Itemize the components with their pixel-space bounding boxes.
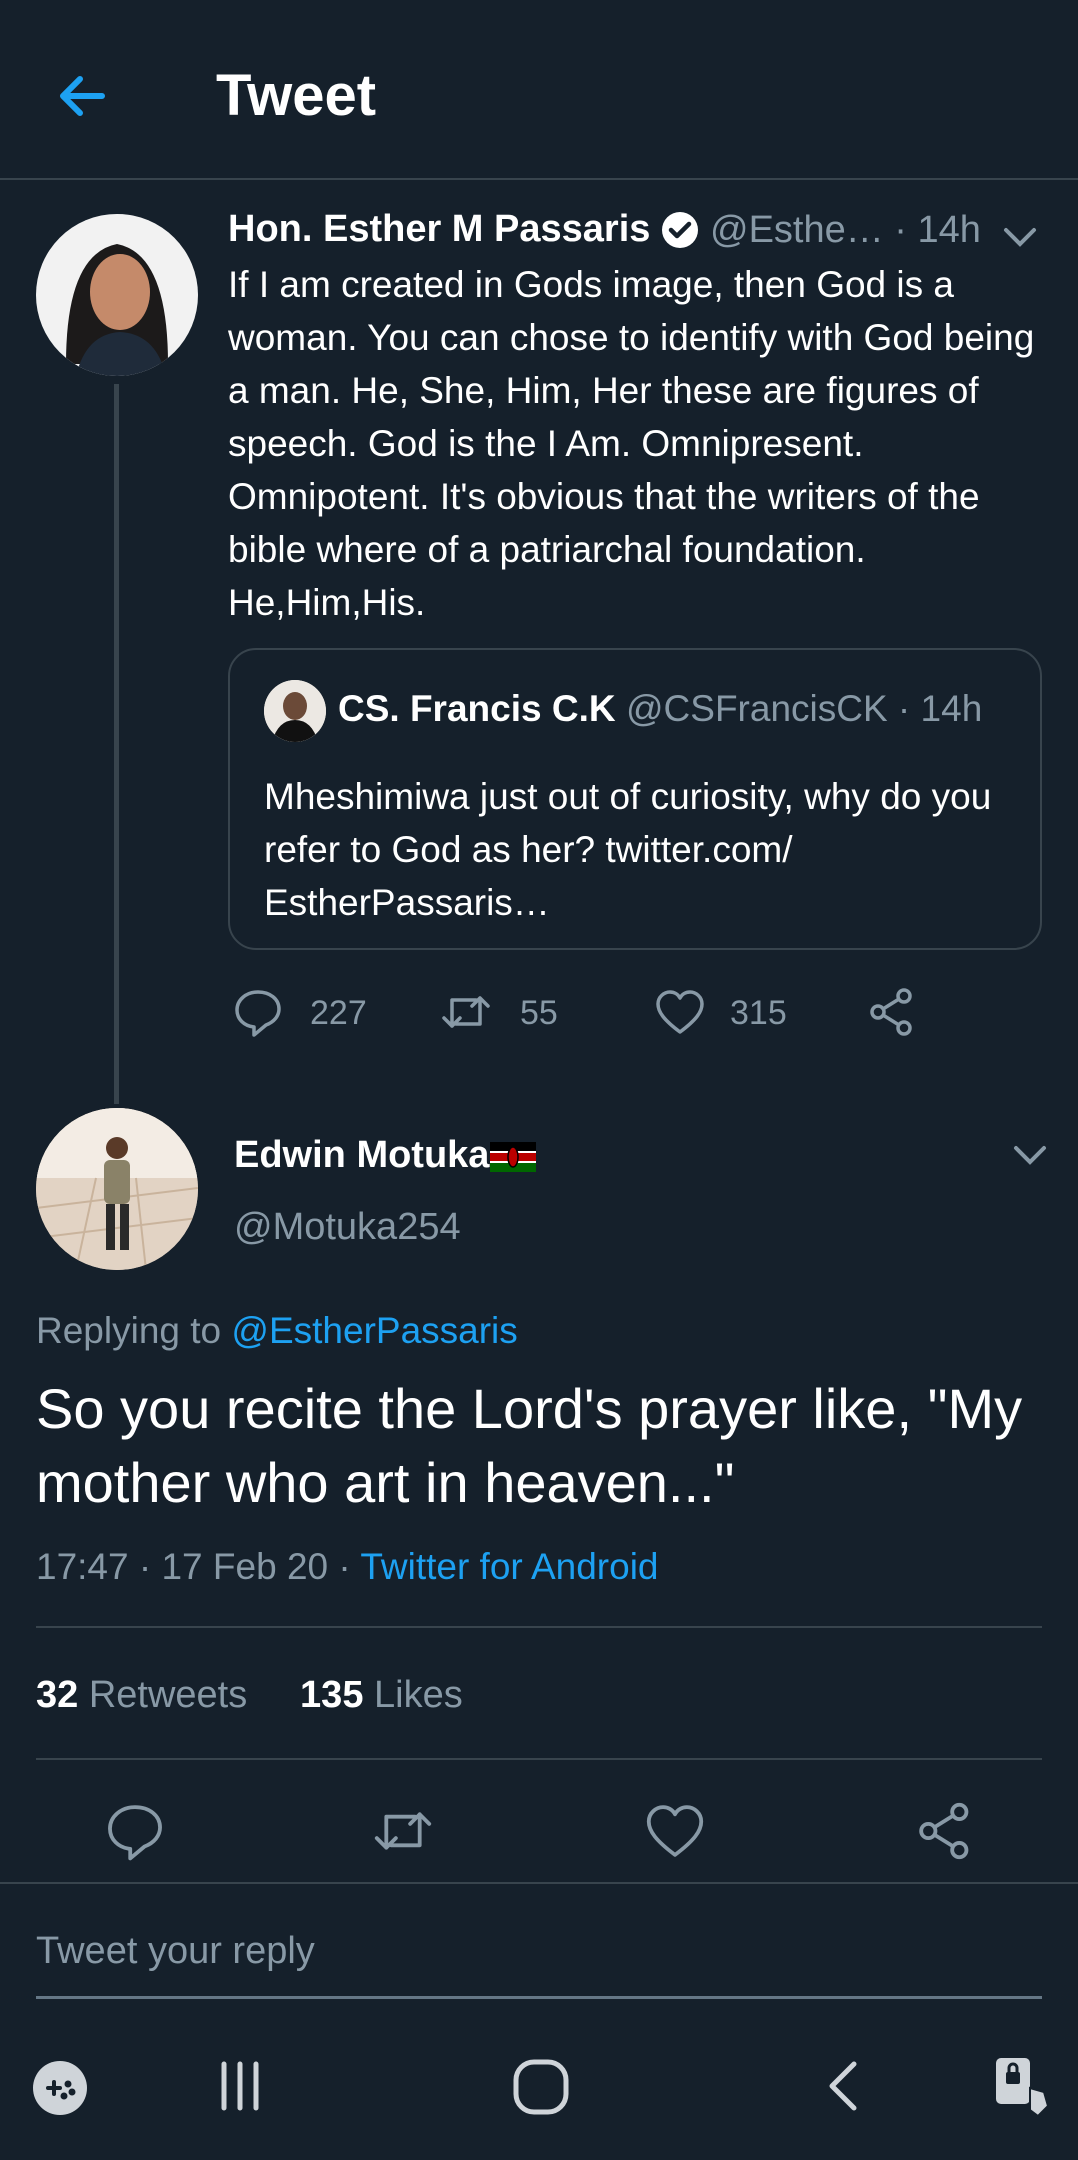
recents-icon[interactable] xyxy=(212,2058,268,2114)
reply-count: 227 xyxy=(310,994,367,1032)
source-link[interactable]: Twitter for Android xyxy=(360,1546,658,1587)
quote-text: Mheshimiwa just out of curiosity, why do… xyxy=(264,776,992,923)
divider xyxy=(36,1626,1042,1628)
retweets-stat[interactable]: 32 Retweets xyxy=(36,1674,247,1716)
page-title: Tweet xyxy=(216,63,377,128)
reply-icon[interactable] xyxy=(232,986,284,1038)
quote-avatar xyxy=(264,680,326,742)
tweet-meta: 17:47 · 17 Feb 20 · Twitter for Android xyxy=(36,1546,659,1588)
likes-stat[interactable]: 135 Likes xyxy=(300,1674,463,1716)
home-icon[interactable] xyxy=(510,2056,572,2118)
retweets-count: 32 xyxy=(36,1674,79,1716)
tweet-text: If I am created in Gods image, then God … xyxy=(228,264,1035,623)
author-handle: @Motuka254 xyxy=(234,1206,461,1248)
avatar[interactable] xyxy=(36,214,198,376)
tweet-text: So you recite the Lord's prayer like, "M… xyxy=(36,1377,1023,1514)
tweet-stats: 32 Retweets 135 Likes xyxy=(36,1674,463,1717)
verified-badge-icon xyxy=(660,210,700,250)
likes-label: Likes xyxy=(363,1674,463,1716)
likes-count: 135 xyxy=(300,1674,364,1716)
timestamp: 17:47 · 17 Feb 20 · xyxy=(36,1546,361,1587)
chevron-down-icon[interactable] xyxy=(1000,220,1040,252)
heart-icon[interactable] xyxy=(654,986,706,1038)
like-count: 315 xyxy=(730,994,787,1032)
replying-prefix: Replying to xyxy=(36,1310,232,1351)
author-name[interactable]: Hon. Esther M Passaris xyxy=(228,208,650,251)
thread-connector xyxy=(114,384,119,1104)
reply-input[interactable]: Tweet your reply xyxy=(36,1930,1042,1999)
author-handle-time: @Esthe… · 14h xyxy=(710,209,981,251)
quote-author-name: CS. Francis C.K xyxy=(338,688,616,729)
kenya-flag-icon xyxy=(490,1142,536,1172)
retweet-count: 55 xyxy=(520,994,558,1032)
back-nav-icon[interactable] xyxy=(816,2058,872,2114)
retweets-label: Retweets xyxy=(78,1674,248,1716)
chevron-down-icon[interactable] xyxy=(1010,1138,1050,1170)
back-arrow-icon[interactable] xyxy=(52,66,112,126)
heart-icon[interactable] xyxy=(644,1800,706,1862)
reply-icon[interactable] xyxy=(104,1800,166,1862)
divider xyxy=(36,1758,1042,1760)
game-launcher-icon[interactable] xyxy=(30,2058,90,2118)
quote-author-handle-time: @CSFrancisCK · 14h xyxy=(626,688,983,729)
share-icon[interactable] xyxy=(914,1800,976,1862)
author-name[interactable]: Edwin Motuka xyxy=(234,1134,489,1177)
top-app-bar xyxy=(0,0,1078,180)
accessibility-touch-icon[interactable] xyxy=(990,2054,1054,2120)
retweet-icon[interactable] xyxy=(440,986,492,1038)
avatar[interactable] xyxy=(36,1108,198,1270)
retweet-icon[interactable] xyxy=(372,1800,434,1862)
replying-to: Replying to @EstherPassaris xyxy=(36,1310,518,1352)
replying-to-link[interactable]: @EstherPassaris xyxy=(231,1310,517,1351)
share-icon[interactable] xyxy=(866,986,918,1038)
divider xyxy=(0,1882,1078,1884)
